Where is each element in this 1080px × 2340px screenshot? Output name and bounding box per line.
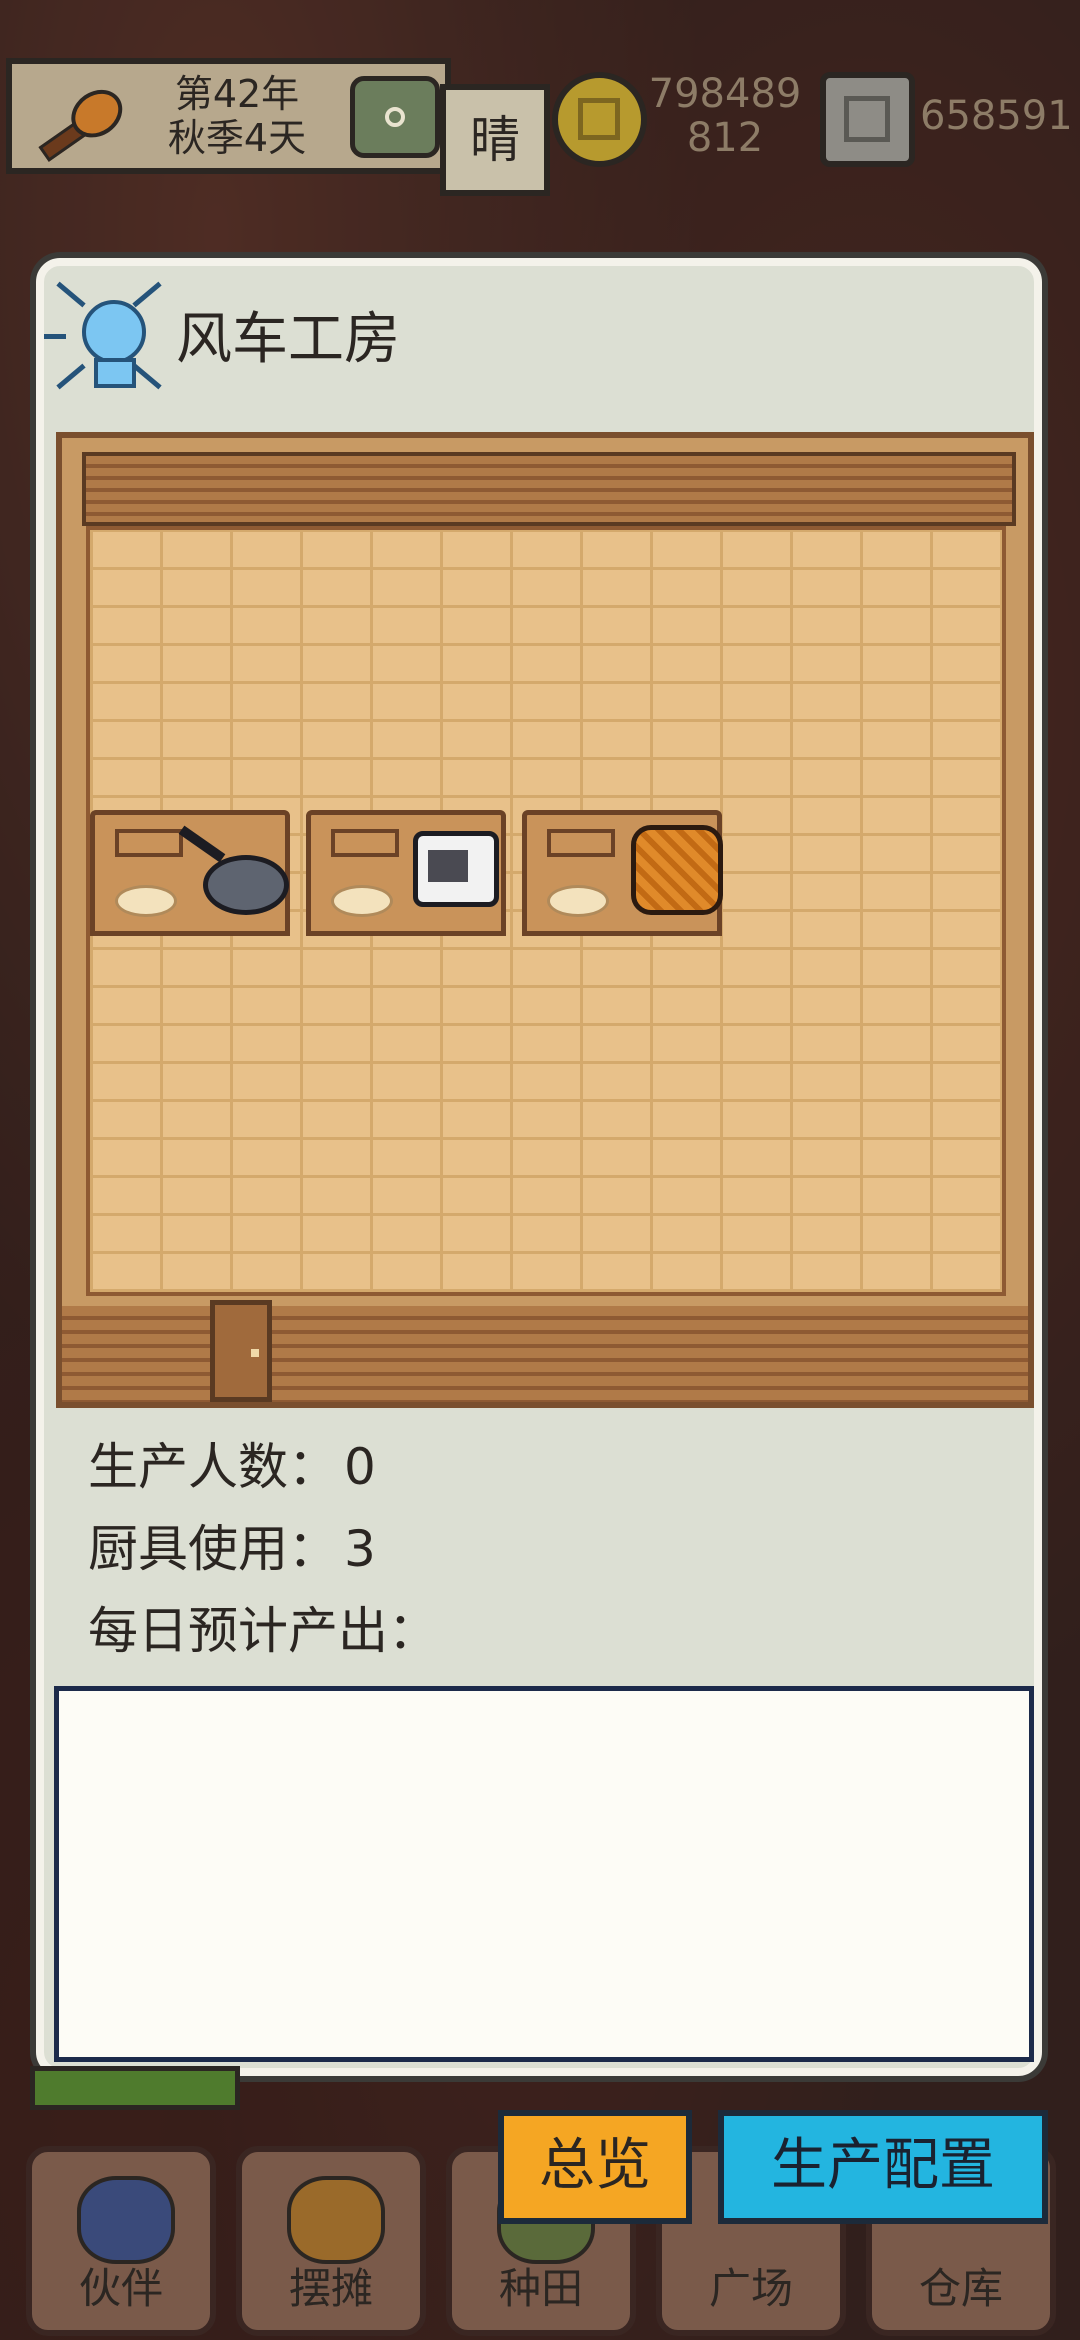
- daily-output-label: 每日预计产出：: [88, 1602, 438, 1660]
- date-display: 第42年 秋季4天: [147, 72, 327, 160]
- worker-count-value: 0: [344, 1438, 376, 1496]
- nav-warehouse-label: 仓库: [918, 2264, 1003, 2313]
- daily-output-row: 每日预计产出：: [82, 1590, 982, 1672]
- workshop-room: [56, 432, 1034, 1408]
- frying-pan-handle: [178, 825, 226, 863]
- output-list[interactable]: [54, 1686, 1034, 2062]
- basket-icon: [631, 825, 723, 915]
- nav-stall-label: 摆摊: [288, 2264, 373, 2313]
- production-config-button-label: 生产配置: [771, 2133, 995, 2198]
- silver-coin-icon: [820, 72, 915, 167]
- year-text: 第42年: [174, 72, 300, 116]
- workbench-2[interactable]: [306, 810, 506, 936]
- nav-stall[interactable]: 摆摊: [236, 2146, 426, 2336]
- worker-count-row: 生产人数： 0: [82, 1426, 982, 1508]
- production-config-button[interactable]: 生产配置: [718, 2110, 1048, 2224]
- weather-badge: 晴: [440, 84, 550, 196]
- overview-button-label: 总览: [539, 2133, 651, 2198]
- workshop-dialog: 风车工房 生产人数： 0 厨具使用： 3 每日预计产出：: [36, 258, 1042, 2076]
- gold-coin-icon: [552, 72, 647, 167]
- worker-count-label: 生产人数：: [88, 1438, 338, 1496]
- gold-amount-line2: 812: [686, 115, 764, 161]
- meat-leg-icon: [16, 66, 132, 172]
- progress-tag: [30, 2066, 240, 2110]
- partner-icon: [77, 2176, 175, 2264]
- workbench-1[interactable]: [90, 810, 290, 936]
- gear-icon: [385, 107, 405, 127]
- dialog-header: 风车工房: [44, 266, 1034, 434]
- weather-text: 晴: [470, 111, 520, 169]
- dough-icon: [115, 885, 177, 917]
- room-door[interactable]: [210, 1300, 272, 1402]
- overview-button[interactable]: 总览: [498, 2110, 692, 2224]
- dough-icon: [547, 885, 609, 917]
- gold-amount-line1: 798489: [648, 71, 802, 117]
- utensil-usage-label: 厨具使用：: [88, 1520, 338, 1578]
- stall-icon: [287, 2176, 385, 2264]
- gold-amount: 798489 812: [640, 72, 810, 160]
- lightbulb-icon: [44, 281, 164, 392]
- nav-partner-label: 伙伴: [78, 2264, 163, 2313]
- date-panel: 第42年 秋季4天: [6, 58, 451, 174]
- silver-amount: 658591: [920, 93, 1073, 139]
- utensil-usage-value: 3: [344, 1520, 376, 1578]
- nav-plaza-label: 广场: [708, 2264, 793, 2313]
- settings-button[interactable]: [350, 76, 440, 158]
- workshop-stats: 生产人数： 0 厨具使用： 3 每日预计产出：: [82, 1426, 982, 1672]
- frying-pan-icon: [203, 855, 289, 915]
- oven-icon: [413, 831, 499, 907]
- nav-partner[interactable]: 伙伴: [26, 2146, 216, 2336]
- top-hud: 第42年 秋季4天 晴 798489 812 658591: [0, 0, 1080, 196]
- utensil-usage-row: 厨具使用： 3: [82, 1508, 982, 1590]
- workbench-3[interactable]: [522, 810, 723, 936]
- dialog-title: 风车工房: [176, 307, 400, 372]
- room-bottom-wall: [62, 1306, 1028, 1402]
- room-wall: [82, 452, 1016, 526]
- nav-farm-label: 种田: [498, 2264, 583, 2313]
- season-day-text: 秋季4天: [167, 116, 307, 160]
- dough-icon: [331, 885, 393, 917]
